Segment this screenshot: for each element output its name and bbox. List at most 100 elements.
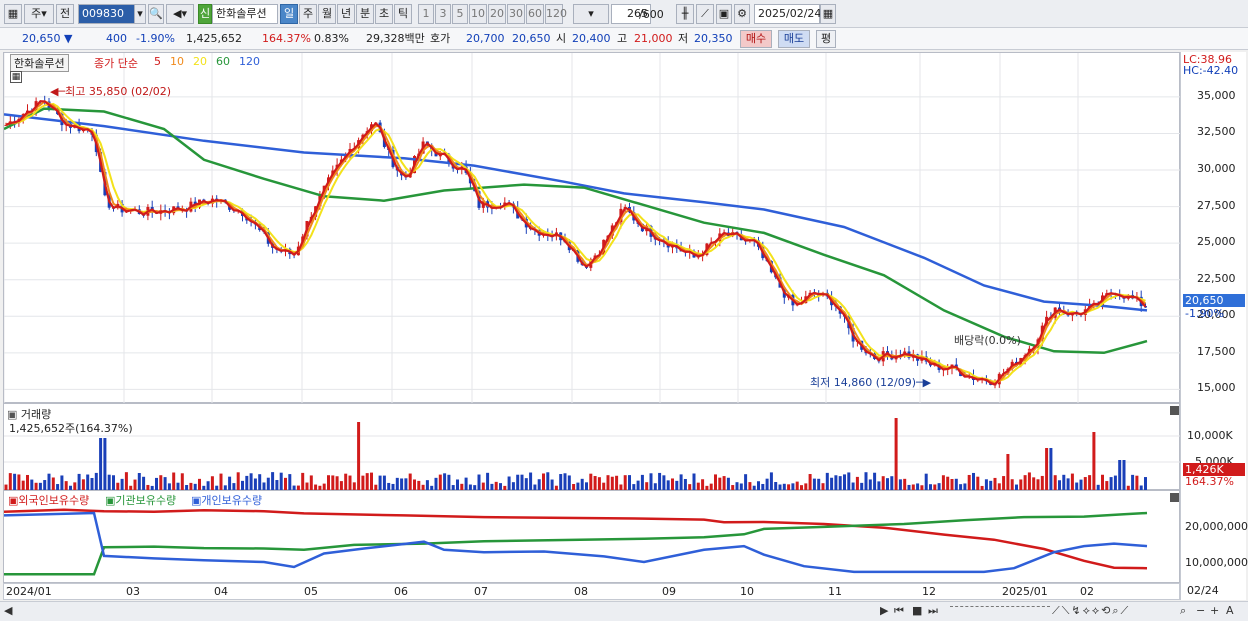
period-tab-0[interactable]: 일 — [280, 4, 298, 24]
code-dropdown-icon[interactable]: ▾ — [134, 4, 146, 24]
volume-bar — [8, 473, 12, 490]
volume-bar — [580, 478, 584, 490]
holdings-chart-panel[interactable]: ▣외국인보유수량 ▣기관보유수량 ▣개인보유수량 — [3, 490, 1180, 583]
volume-bar — [30, 479, 34, 490]
volume-bar — [847, 472, 851, 490]
volume-chart-panel[interactable]: ▣ 거래량 1,425,652주(164.37%) — [3, 403, 1181, 490]
prev-button[interactable]: 전 — [56, 4, 74, 24]
volume-bar — [1058, 480, 1061, 490]
period-tab-4[interactable]: 분 — [356, 4, 374, 24]
minute-unit-60[interactable]: 60 — [526, 4, 544, 24]
volume-bar — [176, 482, 180, 490]
volume-bar — [447, 474, 451, 490]
eval-button[interactable]: 평 — [816, 30, 836, 48]
holdings-tick-10m: 10,000,000 — [1185, 556, 1248, 569]
scroll-right-icon[interactable]: ▶ — [880, 604, 888, 617]
main-toolbar: ▦ 주▾ 전 009830 ▾ 🔍 ◀▾ 신 한화솔루션 일주월년분초틱 135… — [0, 0, 1248, 28]
draw-line-icon[interactable]: ⟋ — [696, 4, 714, 24]
volume-bar — [456, 479, 459, 490]
turnover-rate: 0.83% — [314, 32, 349, 45]
period-tab-6[interactable]: 틱 — [394, 4, 412, 24]
go-first-icon[interactable]: ⏮ — [894, 604, 904, 618]
period-tab-3[interactable]: 년 — [337, 4, 355, 24]
volume-bar — [714, 474, 717, 490]
volume-bar — [499, 483, 502, 490]
sound-toggle-icon[interactable]: ◀▾ — [166, 4, 194, 24]
price-tick-1: 32,500 — [1197, 125, 1236, 139]
volume-bar — [765, 478, 769, 490]
go-last-icon[interactable]: ⏭ — [928, 604, 938, 618]
volume-bar — [219, 473, 223, 490]
sell-button[interactable]: 매도 — [778, 30, 810, 48]
x-label-6: 08 — [574, 585, 588, 598]
volume-bar — [1010, 479, 1014, 490]
holdings-close-icon[interactable] — [1170, 493, 1179, 502]
unit-dropdown[interactable]: ▾ — [573, 4, 609, 24]
search-icon[interactable]: 🔍 — [148, 4, 164, 24]
volume-bar — [284, 477, 287, 490]
volume-bar — [873, 472, 877, 490]
volume-bar — [1144, 477, 1147, 490]
volume-bar — [585, 482, 588, 490]
volume-tick-10000k: 10,000K — [1187, 429, 1233, 442]
minute-unit-10[interactable]: 10 — [469, 4, 487, 24]
period-tab-1[interactable]: 주 — [299, 4, 317, 24]
volume-bar — [361, 475, 365, 490]
volume-bar — [142, 476, 146, 490]
volume-bar — [954, 478, 958, 490]
volume-bar — [542, 473, 545, 490]
volume-bar — [615, 475, 619, 490]
stock-name-field[interactable]: 한화솔루션 — [212, 4, 278, 24]
period-selector[interactable]: 주▾ — [24, 4, 54, 24]
save-icon[interactable]: ▣ — [716, 4, 732, 24]
current-change-tag: -1.90% — [1185, 307, 1224, 320]
minute-unit-3[interactable]: 3 — [435, 4, 451, 24]
volume-bar — [817, 478, 821, 490]
minute-unit-30[interactable]: 30 — [507, 4, 525, 24]
high-annotation: ◀─최고 35,850 (02/02) — [50, 85, 172, 98]
price-tick-5: 22,500 — [1197, 271, 1236, 285]
font-size-icon[interactable]: A — [1226, 604, 1234, 617]
volume-bar — [335, 476, 339, 490]
zoom-slider[interactable] — [950, 606, 1050, 616]
gear-icon[interactable]: ⚙ — [734, 4, 750, 24]
minute-unit-120[interactable]: 120 — [545, 4, 567, 24]
candle-type-icon[interactable]: ╫ — [676, 4, 694, 24]
buy-button[interactable]: 매수 — [740, 30, 772, 48]
stop-icon[interactable]: ■ — [912, 604, 922, 617]
volume-bar — [838, 476, 842, 490]
zoom-icon[interactable]: ⌕ — [1180, 604, 1186, 618]
volume-bar — [464, 477, 468, 490]
volume-bar — [266, 477, 270, 490]
volume-bar — [877, 481, 881, 490]
volume-bar — [279, 472, 283, 490]
ma-legend-5: 5 — [154, 55, 161, 68]
volume-bar — [288, 474, 292, 490]
calendar-icon[interactable]: ▦ — [820, 4, 836, 24]
volume-bar — [679, 474, 683, 490]
volume-bar — [236, 472, 240, 490]
price-tick-7: 17,500 — [1197, 344, 1236, 358]
window-menu-icon[interactable]: ▦ — [4, 4, 22, 24]
price-chart-svg — [4, 53, 1181, 404]
period-tab-2[interactable]: 월 — [318, 4, 336, 24]
panel-close-icon[interactable] — [1170, 406, 1179, 415]
minute-unit-1[interactable]: 1 — [418, 4, 434, 24]
date-input[interactable]: 2025/02/24 — [754, 4, 821, 24]
zoom-in-icon[interactable]: + — [1210, 604, 1219, 617]
price-chart-panel[interactable]: 한화솔루션 종가 단순 5 10 20 60 120 ▦ ◀─최고 35,850 (02… — [3, 52, 1181, 404]
minute-unit-5[interactable]: 5 — [452, 4, 468, 24]
stock-code-input[interactable]: 009830 — [78, 4, 136, 24]
minute-unit-20[interactable]: 20 — [488, 4, 506, 24]
volume-bar — [894, 418, 898, 490]
zoom-out-icon[interactable]: − — [1196, 604, 1205, 617]
scroll-left-icon[interactable]: ◀ — [4, 604, 12, 617]
volume-bar — [683, 478, 687, 490]
volume-bar — [1049, 448, 1053, 490]
drawing-tools-icon[interactable]: ⟋⟍↯⟡⟡⟲⌕⟋ — [1052, 604, 1130, 618]
period-tab-5[interactable]: 초 — [375, 4, 393, 24]
table-view-icon[interactable]: ▦ — [10, 71, 22, 83]
volume-bar — [937, 483, 941, 490]
volume-bar — [804, 483, 808, 490]
volume-bar — [1092, 432, 1096, 490]
